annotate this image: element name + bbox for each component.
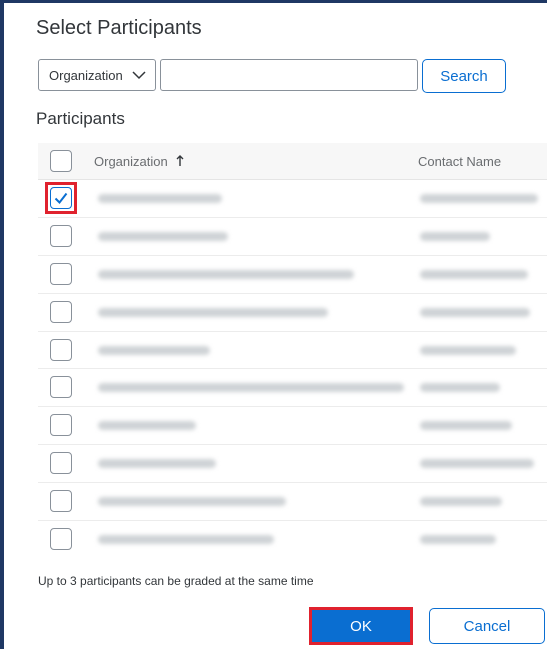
row-checkbox[interactable]: [50, 300, 72, 323]
redacted-contact: [420, 459, 534, 469]
column-header-contact-name[interactable]: Contact Name: [418, 154, 501, 169]
redacted-contact: [420, 193, 538, 203]
cancel-button[interactable]: Cancel: [429, 608, 545, 644]
participants-section-title: Participants: [36, 109, 125, 128]
sort-ascending-icon: [176, 154, 184, 166]
column-header-organization-label: Organization: [94, 153, 168, 169]
table-row[interactable]: [38, 180, 547, 218]
table-header-row: Organization Contact Name: [38, 143, 547, 180]
redacted-contact: [420, 345, 516, 355]
filter-field-select[interactable]: Organization: [38, 59, 156, 91]
table-row[interactable]: [38, 407, 547, 446]
redacted-contact: [420, 383, 500, 393]
chevron-down-icon: [132, 71, 146, 80]
ok-button[interactable]: OK: [309, 607, 413, 645]
redacted-contact: [420, 497, 502, 507]
redacted-contact: [420, 307, 530, 317]
table-row[interactable]: [38, 445, 547, 484]
redacted-organization: [98, 383, 404, 393]
redacted-organization: [98, 534, 274, 544]
redacted-organization: [98, 307, 328, 317]
table-row[interactable]: [38, 369, 547, 408]
row-checkbox[interactable]: [50, 187, 72, 209]
redacted-organization: [98, 497, 286, 507]
redacted-contact: [420, 421, 512, 431]
participants-table: Organization Contact Name: [38, 143, 547, 558]
select-participants-dialog: Select Participants Organization Search …: [0, 0, 547, 649]
row-checkbox[interactable]: [50, 376, 72, 399]
row-checkbox[interactable]: [50, 224, 72, 247]
filter-field-value: Organization: [49, 67, 123, 83]
redacted-organization: [98, 193, 222, 203]
redacted-contact: [420, 534, 496, 544]
table-row[interactable]: [38, 483, 547, 522]
redacted-contact: [420, 231, 490, 241]
row-checkbox[interactable]: [50, 338, 72, 361]
search-button[interactable]: Search: [422, 59, 506, 93]
table-row[interactable]: [38, 332, 547, 370]
table-row[interactable]: [38, 294, 547, 332]
row-checkbox[interactable]: [50, 414, 72, 437]
redacted-contact: [420, 269, 528, 279]
redacted-organization: [98, 421, 196, 431]
search-input[interactable]: [160, 59, 418, 91]
dialog-title: Select Participants: [36, 17, 202, 39]
table-row[interactable]: [38, 256, 547, 294]
selection-limit-note: Up to 3 participants can be graded at th…: [38, 574, 314, 588]
row-checkbox[interactable]: [50, 452, 72, 475]
row-checkbox[interactable]: [50, 262, 72, 285]
table-row[interactable]: [38, 218, 547, 256]
redacted-organization: [98, 269, 354, 279]
select-all-checkbox[interactable]: [50, 150, 72, 172]
column-header-organization[interactable]: Organization: [94, 154, 185, 169]
redacted-organization: [98, 231, 228, 241]
row-checkbox[interactable]: [50, 528, 72, 551]
table-row[interactable]: [38, 521, 547, 558]
redacted-organization: [98, 345, 210, 355]
checkmark-icon: [54, 192, 68, 205]
redacted-organization: [98, 459, 216, 469]
row-checkbox[interactable]: [50, 490, 72, 513]
